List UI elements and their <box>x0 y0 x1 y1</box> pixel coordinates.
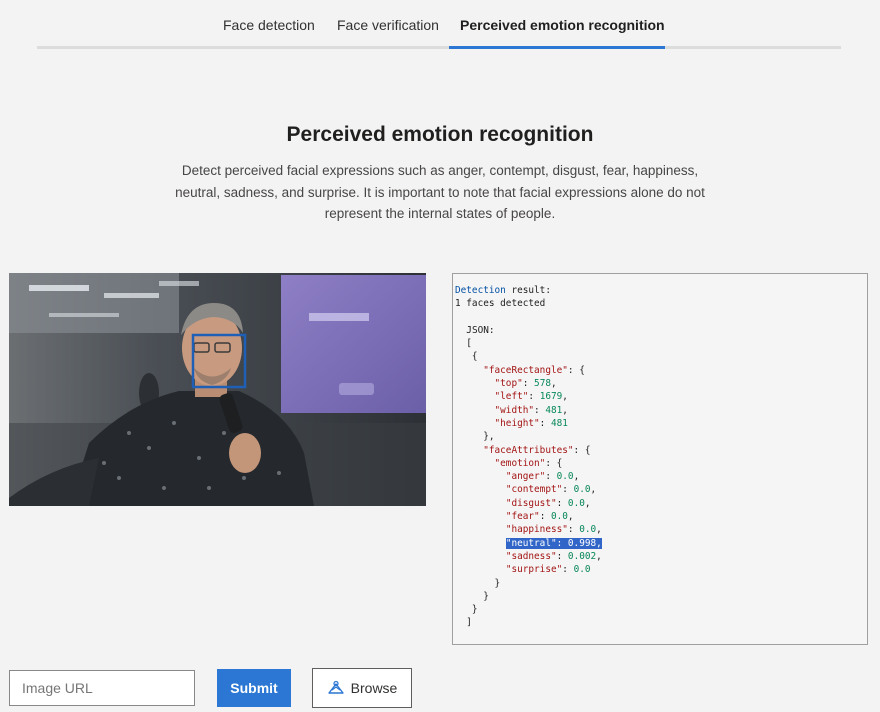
face-rect-height-value: 481 <box>550 417 568 429</box>
tab-face-verification[interactable]: Face verification <box>337 17 439 33</box>
description-line: represent the internal states of people. <box>324 206 556 221</box>
emotion-anger-value: 0.0 <box>556 471 574 483</box>
emotion-happiness-value: 0.0 <box>579 524 597 536</box>
emotion-neutral-value: 0.998 <box>567 537 597 549</box>
detection-result-text: Detection result: 1 faces detected JSON:… <box>455 285 602 629</box>
tabs-divider <box>37 46 841 49</box>
image-upload-icon <box>327 680 344 694</box>
emotion-fear-value: 0.0 <box>550 511 568 523</box>
result-suffix: result: <box>505 285 551 296</box>
page-title: Perceived emotion recognition <box>286 123 594 146</box>
face-rect-left-value: 1679 <box>539 391 563 403</box>
active-tab-indicator <box>449 46 665 49</box>
browse-button[interactable]: Browse <box>312 668 412 708</box>
description-line: neutral, sadness, and surprise. It is im… <box>175 184 705 200</box>
detection-word: Detection <box>455 285 506 296</box>
browse-label: Browse <box>350 680 398 696</box>
faces-detected-text: 1 faces detected <box>455 298 546 310</box>
tab-face-detection[interactable]: Face detection <box>223 17 315 33</box>
image-url-input[interactable] <box>9 670 195 706</box>
page-description: Detect perceived facial expressions such… <box>150 160 730 225</box>
emotion-sadness-value: 0.002 <box>567 550 597 562</box>
emotion-surprise-value: 0.0 <box>573 564 591 576</box>
emotion-contempt-value: 0.0 <box>573 484 591 496</box>
detection-result-panel: Detection result: 1 faces detected JSON:… <box>452 273 868 645</box>
analyzed-image-graphic <box>9 273 426 506</box>
face-rect-top-value: 578 <box>534 378 551 390</box>
emotion-disgust-value: 0.0 <box>567 497 585 509</box>
submit-button[interactable]: Submit <box>217 669 291 707</box>
highlighted-emotion-line: "neutral": 0.998, <box>505 537 602 549</box>
tab-perceived-emotion-recognition[interactable]: Perceived emotion recognition <box>460 17 665 33</box>
face-rect-width-value: 481 <box>545 404 563 416</box>
analyzed-image <box>9 273 426 506</box>
description-line: Detect perceived facial expressions such… <box>181 163 699 178</box>
json-label: JSON: <box>466 324 495 336</box>
